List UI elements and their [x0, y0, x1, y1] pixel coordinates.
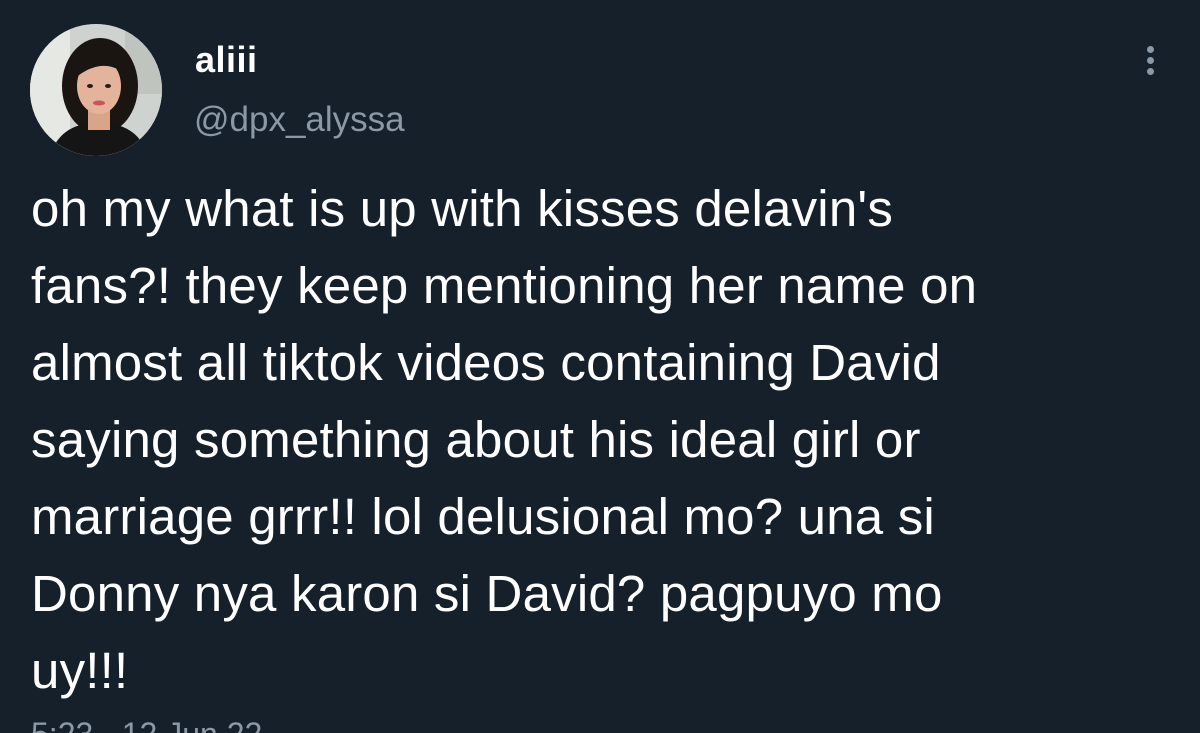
tweet-text: oh my what is up with kisses delavin's f… — [31, 180, 978, 699]
author-handle[interactable]: @dpx_alyssa — [194, 100, 405, 140]
tweet-card[interactable]: aliii @dpx_alyssa oh my what is up with … — [0, 0, 1200, 733]
more-options-vertical-icon — [1146, 44, 1154, 77]
avatar-photo-icon — [30, 24, 162, 156]
author-display-name[interactable]: aliii — [195, 40, 258, 80]
tweet-timestamp[interactable]: 5:23 · 12 Jun 22 — [31, 714, 262, 733]
user-avatar[interactable] — [30, 24, 162, 156]
more-options-button[interactable] — [1130, 38, 1170, 82]
